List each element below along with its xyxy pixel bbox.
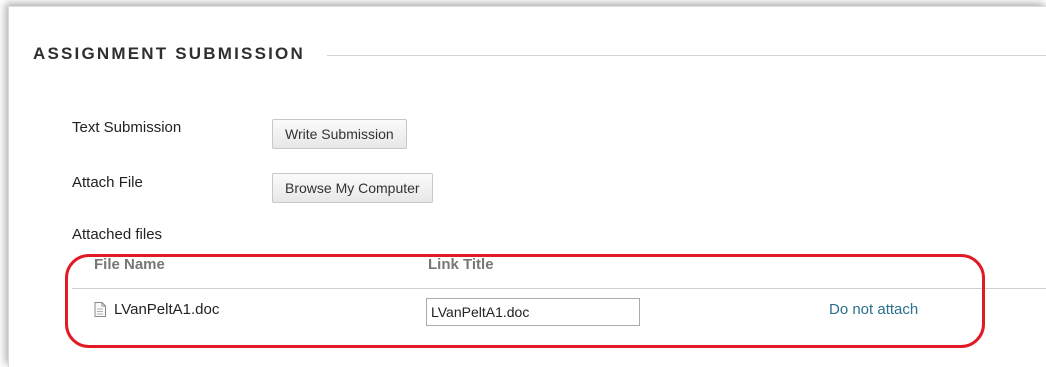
file-name-text: LVanPeltA1.doc: [114, 301, 220, 318]
file-name-cell: LVanPeltA1.doc: [94, 301, 219, 318]
section-divider: [326, 54, 1046, 56]
do-not-attach-link[interactable]: Do not attach: [829, 301, 918, 318]
table-header-divider: [72, 288, 1046, 289]
write-submission-button[interactable]: Write Submission: [272, 119, 407, 149]
column-header-file-name: File Name: [94, 256, 165, 273]
attach-file-label: Attach File: [72, 174, 143, 191]
section-title: ASSIGNMENT SUBMISSION: [33, 44, 305, 63]
link-title-input[interactable]: [426, 298, 640, 326]
attached-files-label: Attached files: [72, 226, 163, 243]
document-icon: [94, 302, 106, 317]
text-submission-label: Text Submission: [72, 119, 182, 136]
column-header-link-title: Link Title: [428, 256, 494, 273]
browse-my-computer-button[interactable]: Browse My Computer: [272, 173, 433, 203]
assignment-submission-panel: ASSIGNMENT SUBMISSION Text Submission Wr…: [8, 6, 1046, 367]
section-header: ASSIGNMENT SUBMISSION: [33, 43, 1046, 65]
